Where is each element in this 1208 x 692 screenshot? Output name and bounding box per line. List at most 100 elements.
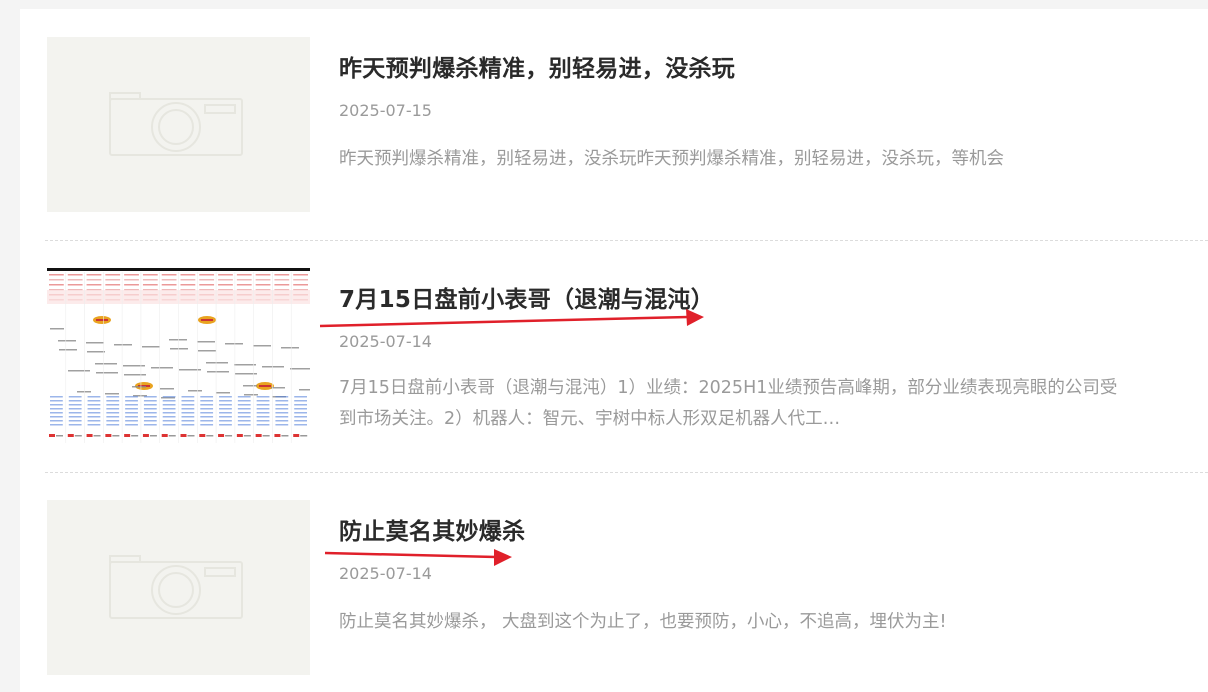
sheet-cell [255, 284, 271, 286]
sheet-cell [67, 284, 83, 286]
sheet-highlight-text [96, 319, 108, 321]
sheet-text [170, 348, 188, 350]
sheet-text [95, 363, 117, 365]
sheet-footer-mark [218, 434, 225, 437]
sheet-cell [86, 279, 102, 281]
sheet-cell-blue [143, 408, 157, 410]
sheet-cell-blue [181, 420, 195, 422]
sheet-text [124, 374, 146, 376]
sheet-cell-blue [219, 412, 232, 414]
article-title[interactable]: 昨天预判爆杀精准，别轻易进，没杀玩 [339, 49, 735, 83]
sheet-footer-mark [199, 434, 206, 437]
sheet-cell [86, 284, 102, 286]
sheet-highlight-text [201, 319, 213, 321]
sheet-cell-blue [106, 400, 120, 402]
article-excerpt-line: 7月15日盘前小表哥（退潮与混沌）1）业绩：2025H1业绩预告高峰期，部分业绩… [339, 378, 1118, 398]
sheet-cell-blue [143, 416, 157, 418]
sheet-text [197, 341, 215, 343]
sheet-cell-blue [275, 396, 289, 398]
sheet-cell-blue [68, 424, 82, 426]
sheet-cell-blue [294, 416, 307, 418]
sheet-cell-blue [237, 400, 251, 402]
sheet-cell [218, 274, 233, 276]
article-thumbnail[interactable] [47, 500, 310, 675]
article-thumbnail[interactable] [47, 37, 310, 212]
sheet-footer-text [74, 435, 82, 437]
sheet-text [244, 394, 258, 396]
sheet-cell-blue [50, 404, 63, 406]
article-title[interactable]: 7月15日盘前小表哥（退潮与混沌） [339, 280, 714, 314]
sheet-cell-blue [87, 404, 101, 406]
sheet-cell-blue [50, 424, 63, 426]
sheet-cell [274, 274, 290, 276]
article-thumbnail[interactable] [47, 268, 310, 443]
sheet-cell-blue [237, 416, 251, 418]
sheet-cell-blue [87, 412, 101, 414]
article-title[interactable]: 防止莫名其妙爆杀 [339, 512, 525, 546]
list-item[interactable]: 昨天预判爆杀精准，别轻易进，没杀玩 2025-07-15 昨天预判爆杀精准，别轻… [47, 37, 1208, 212]
sheet-cell-blue [181, 404, 195, 406]
sheet-cell [67, 279, 83, 281]
sheet-cell-blue [87, 424, 101, 426]
sheet-footer-mark [124, 434, 131, 437]
sheet-cell-blue [219, 404, 232, 406]
sheet-cell-blue [200, 420, 214, 422]
sheet-cell-blue [275, 420, 289, 422]
sheet-cell-blue [181, 400, 195, 402]
sheet-cell-blue [200, 424, 214, 426]
sheet-cell-blue [237, 420, 251, 422]
sheet-footer-mark [67, 434, 74, 437]
sheet-cell-blue [125, 424, 138, 426]
sheet-text [132, 386, 146, 388]
sheet-cell-blue [106, 420, 120, 422]
sheet-cell [67, 274, 83, 276]
divider [45, 240, 1208, 241]
sheet-cell-blue [294, 404, 307, 406]
sheet-footer-mark [49, 434, 55, 437]
sheet-cell-blue [50, 416, 63, 418]
sheet-cell [218, 279, 233, 281]
list-item[interactable]: 防止莫名其妙爆杀 2025-07-14 防止莫名其妙爆杀， 大盘到这个为止了，也… [47, 500, 1208, 675]
sheet-cell-blue [294, 420, 307, 422]
sheet-cell-blue [256, 400, 270, 402]
article-excerpt: 7月15日盘前小表哥（退潮与混沌）1）业绩：2025H1业绩预告高峰期，部分业绩… [339, 373, 1208, 435]
sheet-footer-text [168, 435, 176, 437]
article-excerpt: 昨天预判爆杀精准，别轻易进，没杀玩昨天预判爆杀精准，别轻易进，没杀玩，等机会 [339, 149, 1004, 169]
sheet-cell-blue [125, 400, 138, 402]
sheet-footer-text [187, 435, 195, 437]
sheet-cell-blue [143, 400, 157, 402]
sheet-cell-blue [181, 424, 195, 426]
list-item[interactable]: 7月15日盘前小表哥（退潮与混沌） 2025-07-14 7月15日盘前小表哥（… [47, 268, 1208, 443]
sheet-cell-blue [106, 416, 120, 418]
sheet-cell [255, 274, 271, 276]
sheet-cell [236, 274, 252, 276]
sheet-cell-blue [200, 396, 214, 398]
sheet-cell-blue [50, 408, 63, 410]
sheet-cell-blue [275, 424, 289, 426]
sheet-cell-blue [200, 416, 214, 418]
sheet-text [188, 390, 202, 392]
sheet-cell-blue [68, 420, 82, 422]
sheet-cell-blue [125, 408, 138, 410]
sheet-text [50, 328, 64, 330]
sheet-cell-blue [68, 400, 82, 402]
sheet-footer-mark [86, 434, 93, 437]
sheet-cell-blue [87, 416, 101, 418]
article-date: 2025-07-14 [339, 564, 432, 583]
sheet-cell-blue [200, 400, 214, 402]
sheet-cell-blue [87, 396, 101, 398]
sheet-cell-blue [181, 408, 195, 410]
sheet-text [77, 391, 91, 393]
sheet-cell [142, 274, 158, 276]
sheet-cell-blue [294, 396, 307, 398]
sheet-cell-blue [200, 412, 214, 414]
sheet-cell-blue [162, 412, 176, 414]
sheet-cell-blue [294, 412, 307, 414]
sheet-cell-blue [200, 408, 214, 410]
sheet-cell [293, 284, 308, 286]
sheet-cell-blue [237, 396, 251, 398]
sheet-cell-blue [200, 404, 214, 406]
sheet-footer-text [56, 435, 63, 437]
sheet-text [290, 368, 310, 370]
sheet-cell-blue [219, 400, 232, 402]
